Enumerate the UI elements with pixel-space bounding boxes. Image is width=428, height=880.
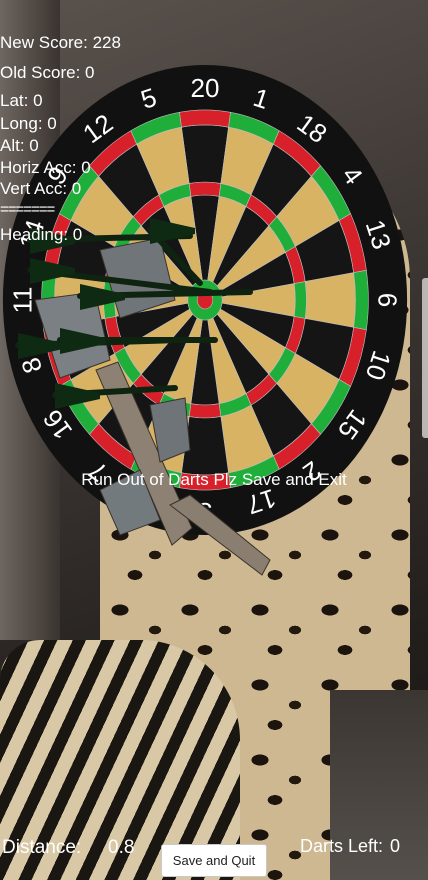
distance-label: Distance: [2, 837, 82, 858]
lat-text: Lat: 0 [0, 91, 43, 110]
treble-segment [188, 181, 222, 197]
double-segment [353, 269, 369, 331]
double-segment [179, 109, 231, 128]
long-text: Long: 0 [0, 114, 57, 133]
board-number: 11 [8, 287, 38, 314]
alt-text: Alt: 0 [0, 136, 39, 155]
new-score-text: New Score: 228 [0, 33, 121, 52]
treble-segment [188, 403, 222, 419]
dartboard-scene: 2011841361015217319716811149125 [2, 65, 408, 576]
out-of-darts-message: Run Out of Darts Plz Save and Exit [81, 470, 347, 489]
vert-acc-text: Vert Acc: 0 [0, 179, 82, 198]
darts-left-value: 0 [390, 836, 401, 856]
distance-value: 0.8 [108, 837, 135, 858]
horiz-acc-text: Horiz Acc: 0 [0, 158, 91, 177]
outer-single-segment [304, 272, 356, 328]
darts-left-label: Darts Left: [300, 836, 384, 856]
board-number: 6 [372, 293, 402, 307]
treble-segment [293, 281, 307, 319]
old-score-text: Old Score: 0 [0, 63, 95, 82]
save-and-quit-button[interactable]: Save and Quit [161, 844, 267, 877]
outer-single-segment [181, 124, 229, 184]
heading-text: Heading: 0 [0, 225, 83, 244]
board-number: 20 [191, 73, 220, 103]
hud-divider: ======= [0, 201, 55, 218]
